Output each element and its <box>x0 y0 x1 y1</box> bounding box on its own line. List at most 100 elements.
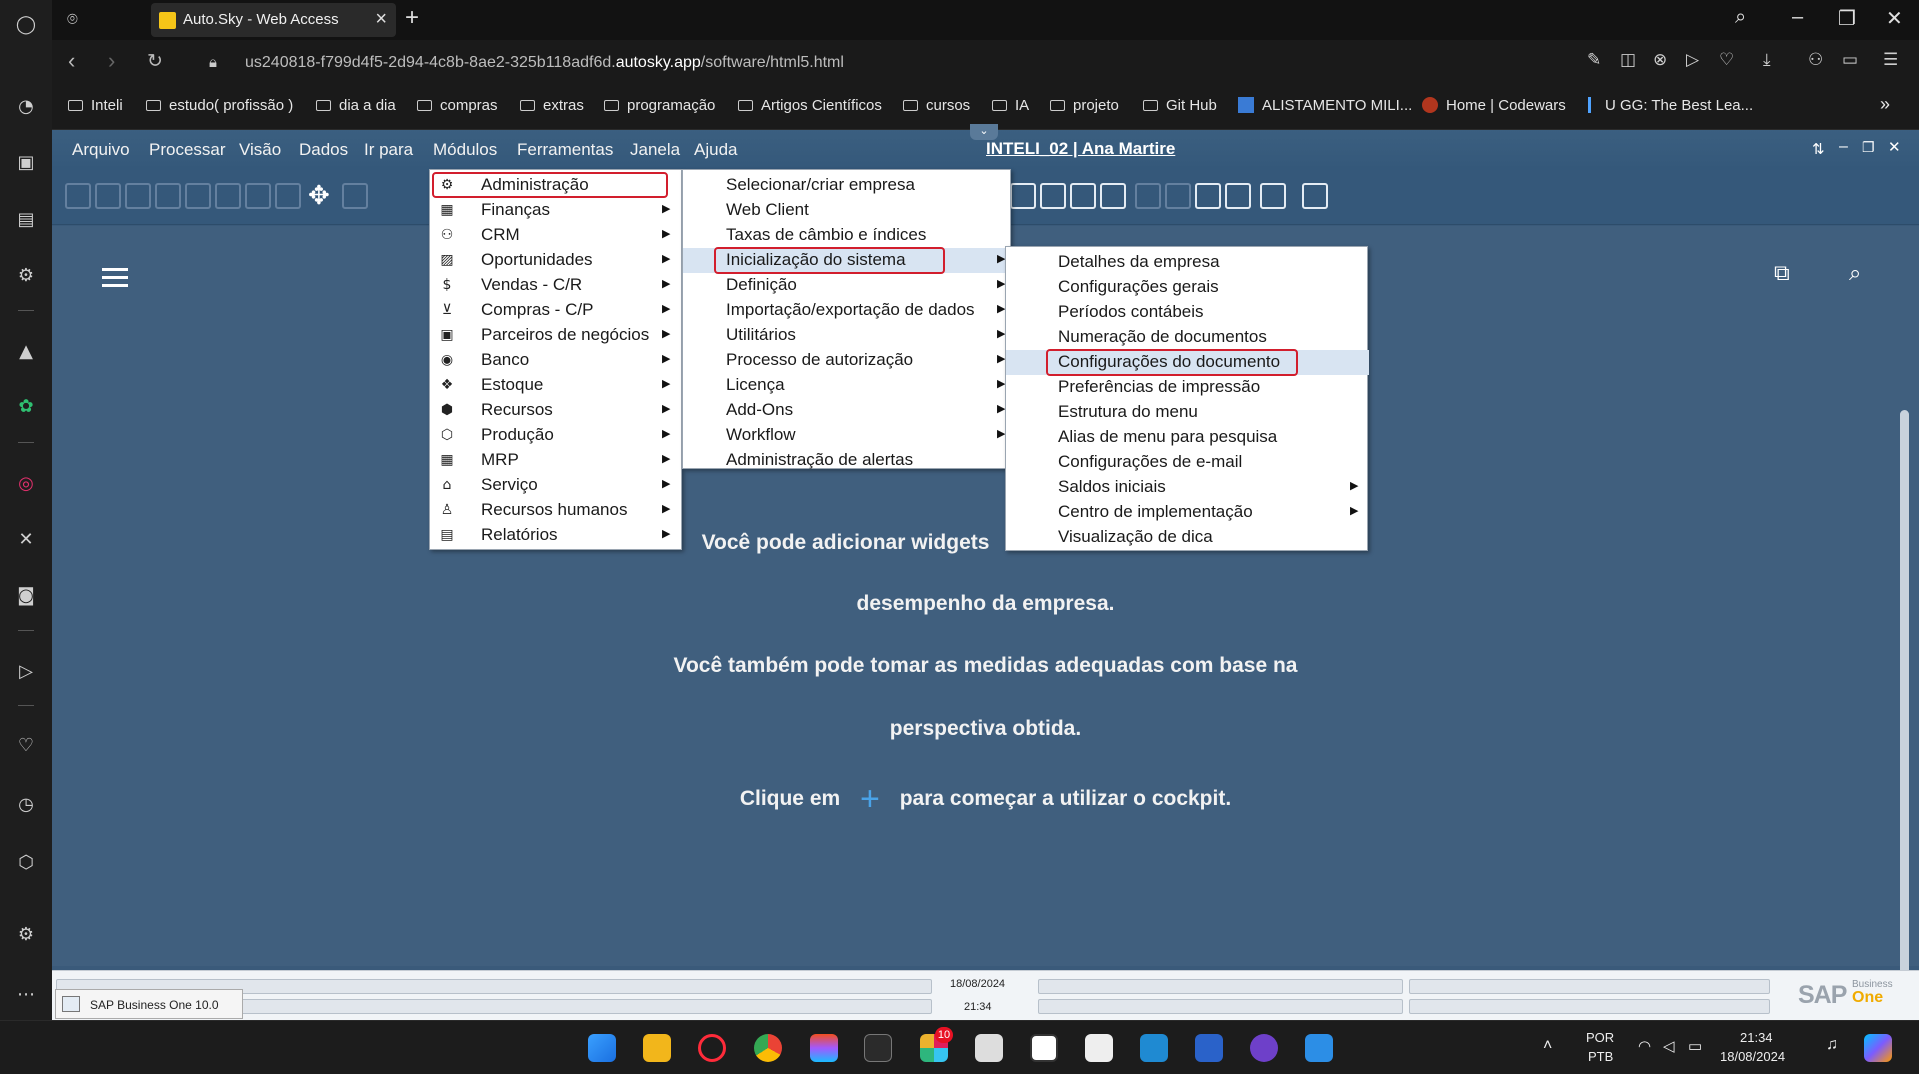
admin-workflow[interactable]: Workflow ▶ <box>683 423 1012 448</box>
workspace-scrollbar[interactable] <box>1900 410 1909 1030</box>
drag-icon[interactable] <box>1135 183 1161 209</box>
module-producao[interactable]: ⬡ Produção ▶ <box>430 423 683 448</box>
bookmark-extras[interactable]: extras <box>520 97 584 114</box>
figma-icon[interactable] <box>810 1034 838 1062</box>
module-servico[interactable]: ⌂ Serviço ▶ <box>430 473 683 498</box>
terminal-icon[interactable] <box>864 1034 892 1062</box>
clock-date[interactable]: 18/08/2024 <box>1720 1049 1785 1064</box>
notion-icon[interactable] <box>1030 1034 1058 1062</box>
profile-icon[interactable]: ⚇ <box>1808 50 1823 70</box>
print-icon[interactable] <box>95 183 121 209</box>
camera-icon[interactable]: ◫ <box>1620 50 1636 70</box>
tab-menu-icon[interactable]: ⌾ <box>67 9 78 30</box>
search-tabs-icon[interactable]: ⌕ <box>1735 6 1746 29</box>
url-text[interactable]: us240818-f799d4f5-2d94-4c8b-8ae2-325b118… <box>245 54 844 72</box>
init-config-email[interactable]: Configurações de e-mail <box>1006 450 1369 475</box>
module-oportunidades[interactable]: ▨ Oportunidades ▶ <box>430 248 683 273</box>
notification-icon[interactable]: ♫ <box>1826 1036 1838 1054</box>
find-icon[interactable] <box>65 183 91 209</box>
aria-icon[interactable]: ▲ <box>13 339 39 365</box>
workspaces-icon[interactable]: ▣ <box>13 150 39 176</box>
new-tab-icon[interactable]: + <box>405 4 419 32</box>
web-icon[interactable] <box>1260 183 1286 209</box>
vpn-icon[interactable] <box>1195 1034 1223 1062</box>
app-close-icon[interactable]: ✕ <box>1888 138 1901 156</box>
module-mrp[interactable]: ▦ MRP ▶ <box>430 448 683 473</box>
admin-taxas-cambio[interactable]: Taxas de câmbio e índices <box>683 223 1012 248</box>
lang-indicator[interactable]: POR <box>1586 1030 1614 1045</box>
add-widget-icon[interactable]: + <box>860 780 880 818</box>
pdf-icon[interactable] <box>275 183 301 209</box>
close-window-icon[interactable]: ✕ <box>1886 6 1903 31</box>
admin-autorizacao[interactable]: Processo de autorização ▶ <box>683 348 1012 373</box>
module-estoque[interactable]: ❖ Estoque ▶ <box>430 373 683 398</box>
module-financas[interactable]: ▦ Finanças ▶ <box>430 198 683 223</box>
move-icon[interactable]: ✥ <box>308 180 330 211</box>
admin-importacao[interactable]: Importação/exportação de dados ▶ <box>683 298 1012 323</box>
init-visualizacao-dica[interactable]: Visualização de dica <box>1006 525 1369 550</box>
sms-icon[interactable] <box>185 183 211 209</box>
admin-add-ons[interactable]: Add-Ons ▶ <box>683 398 1012 423</box>
menu-dados[interactable]: Dados <box>299 140 348 160</box>
settings-icon[interactable]: ⚙ <box>13 922 39 948</box>
speed-dial-icon[interactable]: ◔ <box>13 94 39 120</box>
bookmark-cursos[interactable]: cursos <box>903 97 970 114</box>
window-arrange-icon[interactable]: ⇅ <box>1812 140 1825 158</box>
menu-icon[interactable]: ☰ <box>1883 50 1898 70</box>
bookmark-inteli[interactable]: Inteli <box>68 97 123 114</box>
browser-tab[interactable]: Auto.Sky - Web Access × <box>151 3 396 37</box>
bookmarks-more-icon[interactable]: » <box>1880 94 1890 115</box>
print-preview-icon[interactable] <box>125 183 151 209</box>
minimize-icon[interactable]: – <box>1792 6 1803 29</box>
bookmark-alistamento[interactable]: ALISTAMENTO MILI... <box>1238 97 1412 114</box>
users-icon[interactable] <box>1070 183 1096 209</box>
player-icon[interactable]: ▷ <box>13 659 39 685</box>
favorites-icon[interactable]: ♡ <box>13 733 39 759</box>
chart-edit-icon[interactable] <box>1225 183 1251 209</box>
cube-icon[interactable]: ⬡ <box>13 850 39 876</box>
menu-ferramentas[interactable]: Ferramentas <box>517 140 613 160</box>
help-icon[interactable] <box>1302 183 1328 209</box>
init-config-gerais[interactable]: Configurações gerais <box>1006 275 1369 300</box>
bookmark-projeto[interactable]: projeto <box>1050 97 1119 114</box>
menu-janela[interactable]: Janela <box>630 140 680 160</box>
excel-icon[interactable] <box>215 183 241 209</box>
init-saldos-iniciais[interactable]: Saldos iniciais ▶ <box>1006 475 1369 500</box>
module-relatorios[interactable]: ▤ Relatórios ▶ <box>430 523 683 548</box>
calendar-app-icon[interactable] <box>975 1034 1003 1062</box>
lang-sub-indicator[interactable]: PTB <box>1588 1049 1613 1064</box>
instagram-icon[interactable]: ◎ <box>13 471 39 497</box>
x-twitter-icon[interactable]: ✕ <box>13 527 39 553</box>
init-numeracao-documentos[interactable]: Numeração de documentos <box>1006 325 1369 350</box>
module-recursos[interactable]: ⬢ Recursos ▶ <box>430 398 683 423</box>
back-icon[interactable]: ‹ <box>68 48 75 74</box>
admin-licenca[interactable]: Licença ▶ <box>683 373 1012 398</box>
admin-alertas[interactable]: Administração de alertas <box>683 448 1012 473</box>
email-icon[interactable] <box>155 183 181 209</box>
menu-ir-para[interactable]: Ir para <box>364 140 413 160</box>
opera-logo-icon[interactable]: ◯ <box>13 12 39 38</box>
clock-time[interactable]: 21:34 <box>1740 1030 1773 1045</box>
copilot-icon[interactable] <box>1864 1034 1892 1062</box>
layout-icon[interactable] <box>342 183 368 209</box>
edit-icon[interactable]: ✎ <box>1587 50 1601 70</box>
extensions-icon[interactable]: ⚙ <box>13 263 39 289</box>
volume-icon[interactable]: ◁ <box>1663 1037 1675 1055</box>
tab-close-icon[interactable]: × <box>375 8 387 31</box>
bookmark-artigos[interactable]: Artigos Científicos <box>738 97 882 114</box>
history-icon[interactable]: ◷ <box>13 792 39 818</box>
init-alias-menu[interactable]: Alias de menu para pesquisa <box>1006 425 1369 450</box>
grid-icon[interactable] <box>1165 183 1191 209</box>
bookmark-dia-a-dia[interactable]: dia a dia <box>316 97 396 114</box>
discord-icon[interactable]: ◙ <box>13 583 39 609</box>
init-preferencias-impressao[interactable]: Preferências de impressão <box>1006 375 1369 400</box>
twitch-icon[interactable]: ▤ <box>13 207 39 233</box>
forward-icon[interactable]: › <box>108 48 115 74</box>
adblock-icon[interactable]: ⊗ <box>1653 50 1667 70</box>
heart-icon[interactable]: ♡ <box>1719 50 1734 70</box>
battery-icon[interactable]: ▭ <box>1688 1037 1702 1055</box>
vscode-icon[interactable] <box>1140 1034 1168 1062</box>
tray-chevron-icon[interactable]: ˄ <box>1543 1037 1552 1055</box>
chatgpt-icon[interactable]: ✿ <box>13 394 39 420</box>
word-icon[interactable] <box>245 183 271 209</box>
